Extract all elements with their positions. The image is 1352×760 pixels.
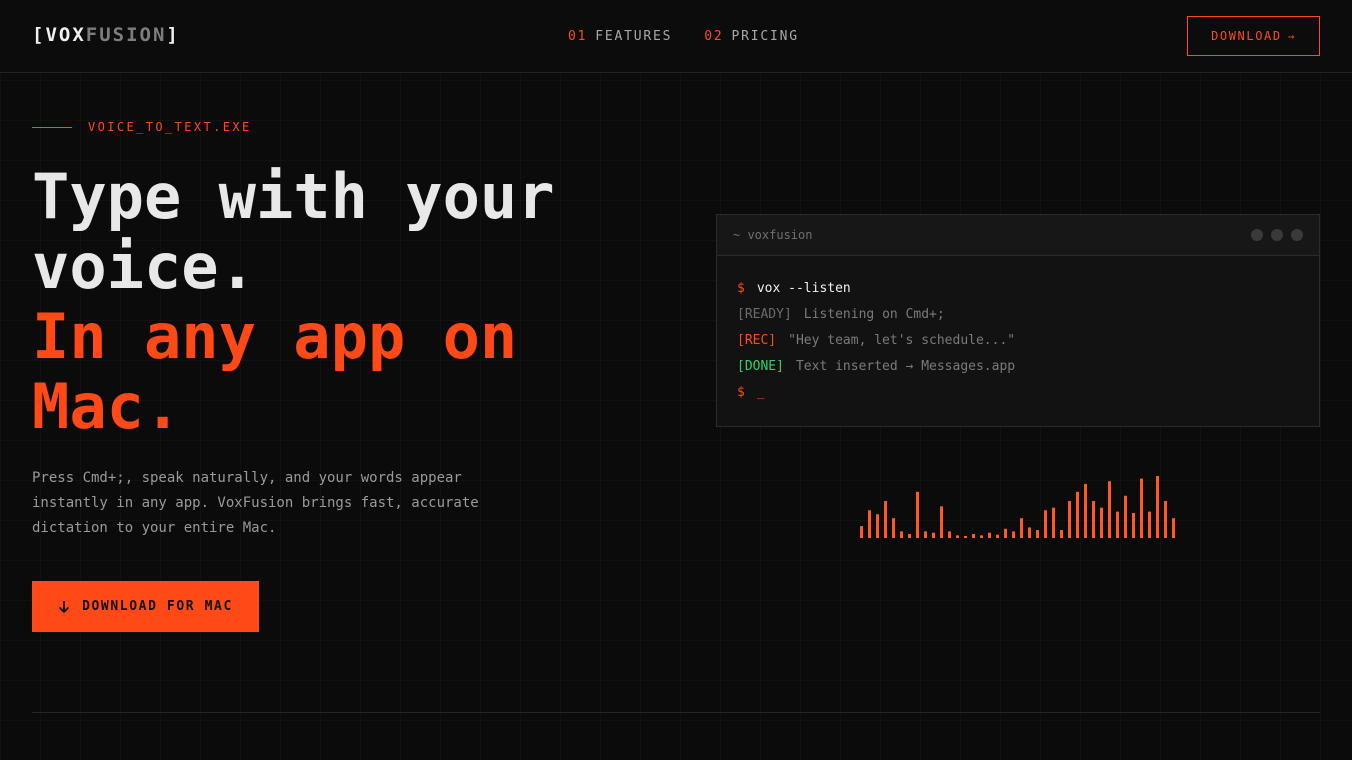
terminal-line-rec: [REC] "Hey team, let's schedule..." [737, 328, 1299, 354]
logo[interactable]: [VOXFUSION] [32, 24, 180, 46]
status-tag-done: [DONE] [737, 359, 784, 374]
waveform-bar [1156, 475, 1159, 538]
waveform-bar [1164, 501, 1167, 538]
headline-line-1: Type with your voice. [32, 160, 555, 303]
waveform-bar [860, 526, 863, 538]
terminal-output: "Hey team, let's schedule..." [788, 333, 1016, 348]
window-dot-icon [1291, 229, 1303, 241]
download-arrow-icon [58, 600, 70, 614]
status-tag-rec: [REC] [737, 333, 777, 348]
section-divider [32, 712, 1320, 713]
waveform-bar [1116, 511, 1119, 538]
waveform-bar [940, 506, 943, 538]
waveform-bar [868, 510, 871, 538]
download-label: DOWNLOAD [1211, 29, 1282, 43]
logo-text-fusion: FUSION [85, 24, 167, 46]
waveform-bar [1140, 478, 1143, 538]
waveform-bar [1076, 491, 1079, 538]
terminal-title: ~ voxfusion [733, 228, 813, 242]
waveform-bar [956, 535, 959, 538]
waveform-bar [1052, 507, 1055, 538]
waveform-bar [1132, 512, 1135, 538]
nav-link-pricing[interactable]: 02 PRICING [704, 29, 799, 44]
waveform-bar [916, 491, 919, 538]
command-text: vox --listen [756, 281, 851, 296]
waveform-bar [1044, 510, 1047, 538]
waveform-bar [1172, 518, 1175, 538]
waveform-bar [892, 518, 895, 538]
waveform-bar [924, 531, 927, 538]
status-tag-ready: [READY] [737, 307, 792, 322]
waveform-bar [1060, 530, 1063, 538]
waveform-bar [900, 531, 903, 538]
terminal-titlebar: ~ voxfusion [717, 215, 1319, 256]
cta-label: DOWNLOAD FOR MAC [82, 599, 233, 614]
eyebrow-rule [32, 126, 72, 128]
top-navbar: [VOXFUSION] 01 FEATURES 02 PRICING DOWNLOA… [0, 0, 1352, 73]
waveform-bar [1004, 528, 1007, 538]
waveform-bar [980, 535, 983, 538]
waveform-bar [1028, 527, 1031, 538]
window-dot-icon [1251, 229, 1263, 241]
terminal-line-cursor: $ _ [737, 380, 1299, 406]
terminal-line-ready: [READY] Listening on Cmd+; [737, 302, 1299, 328]
waveform-bar [1012, 531, 1015, 538]
waveform-bar [948, 531, 951, 538]
nav-link-features[interactable]: 01 FEATURES [568, 29, 672, 44]
header-download-button[interactable]: DOWNLOAD → [1187, 16, 1320, 56]
audio-waveform [860, 475, 1175, 538]
window-controls [1251, 229, 1303, 241]
waveform-bar [1148, 511, 1151, 538]
terminal-window: ~ voxfusion $ vox --listen [READY] Listeni… [716, 214, 1320, 427]
hero-eyebrow: VOICE_TO_TEXT.EXE [32, 120, 252, 134]
nav-number: 02 [704, 29, 724, 44]
waveform-bar [908, 534, 911, 538]
terminal-output: Text inserted → Messages.app [795, 359, 1016, 374]
terminal-output: Listening on Cmd+; [803, 307, 945, 322]
waveform-bar [884, 501, 887, 538]
waveform-bar [1036, 530, 1039, 538]
waveform-bar [932, 532, 935, 538]
hero-headline: Type with your voice. In any app on Mac. [32, 162, 672, 442]
nav-label: PRICING [731, 29, 799, 44]
arrow-right-icon: → [1287, 29, 1296, 43]
prompt-symbol: $ [737, 281, 745, 296]
logo-text-vox: [VOX [32, 24, 86, 46]
waveform-bar [1092, 501, 1095, 538]
logo-bracket: ] [166, 24, 180, 46]
nav-number: 01 [568, 29, 588, 44]
window-dot-icon [1271, 229, 1283, 241]
headline-line-2: In any app on Mac. [32, 300, 518, 443]
eyebrow-text: VOICE_TO_TEXT.EXE [88, 120, 252, 134]
waveform-bar [996, 534, 999, 538]
waveform-bar [1108, 481, 1111, 538]
main-nav: 01 FEATURES 02 PRICING [568, 29, 799, 44]
nav-label: FEATURES [595, 29, 673, 44]
terminal-line-done: [DONE] Text inserted → Messages.app [737, 354, 1299, 380]
waveform-bar [876, 514, 879, 538]
waveform-bar [1068, 501, 1071, 538]
terminal-line-command: $ vox --listen [737, 276, 1299, 302]
prompt-symbol: $ [737, 385, 745, 400]
waveform-bar [972, 534, 975, 538]
waveform-bar [988, 532, 991, 538]
hero-description: Press Cmd+;, speak naturally, and your w… [32, 470, 479, 536]
terminal-body: $ vox --listen [READY] Listening on Cmd+; … [717, 256, 1319, 406]
terminal-cursor: _ [756, 385, 765, 400]
waveform-bar [1084, 483, 1087, 538]
waveform-bar [964, 536, 967, 538]
waveform-bar [1100, 507, 1103, 538]
waveform-bar [1020, 518, 1023, 538]
waveform-bar [1124, 495, 1127, 538]
download-for-mac-button[interactable]: DOWNLOAD FOR MAC [32, 581, 259, 632]
